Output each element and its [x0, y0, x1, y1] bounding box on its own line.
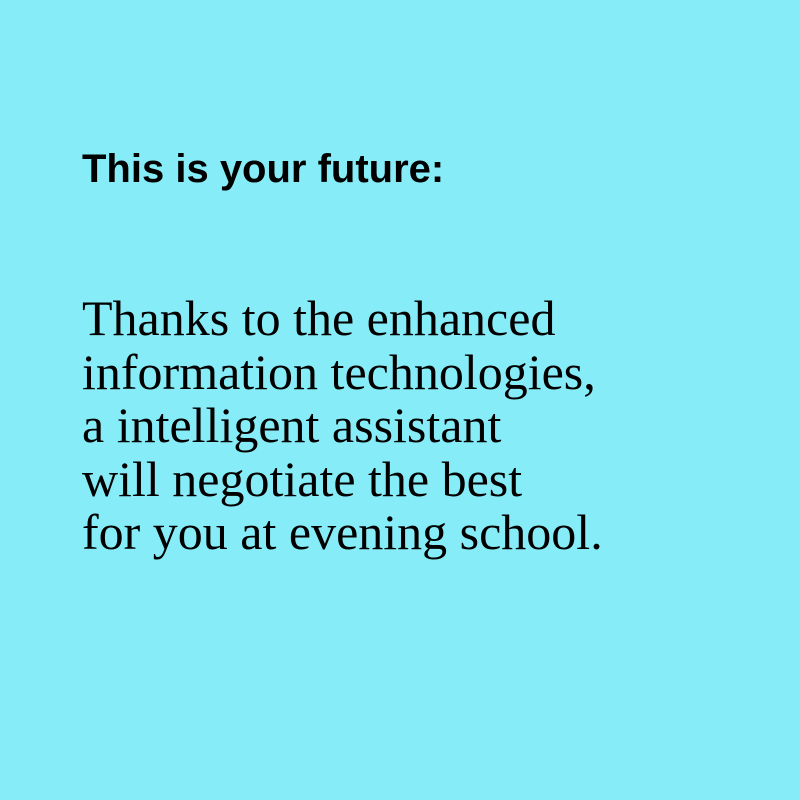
- text-card: This is your future: Thanks to the enhan…: [0, 0, 800, 800]
- body-line: a intelligent assistant: [82, 397, 502, 453]
- body-line: will negotiate the best: [82, 450, 523, 507]
- heading: This is your future:: [82, 147, 445, 191]
- body-line: information technologies,: [82, 343, 596, 400]
- body-line: Thanks to the enhanced: [82, 290, 556, 346]
- body-paragraph: Thanks to the enhanced information techn…: [82, 290, 603, 560]
- body-line: for you at evening school.: [82, 504, 603, 560]
